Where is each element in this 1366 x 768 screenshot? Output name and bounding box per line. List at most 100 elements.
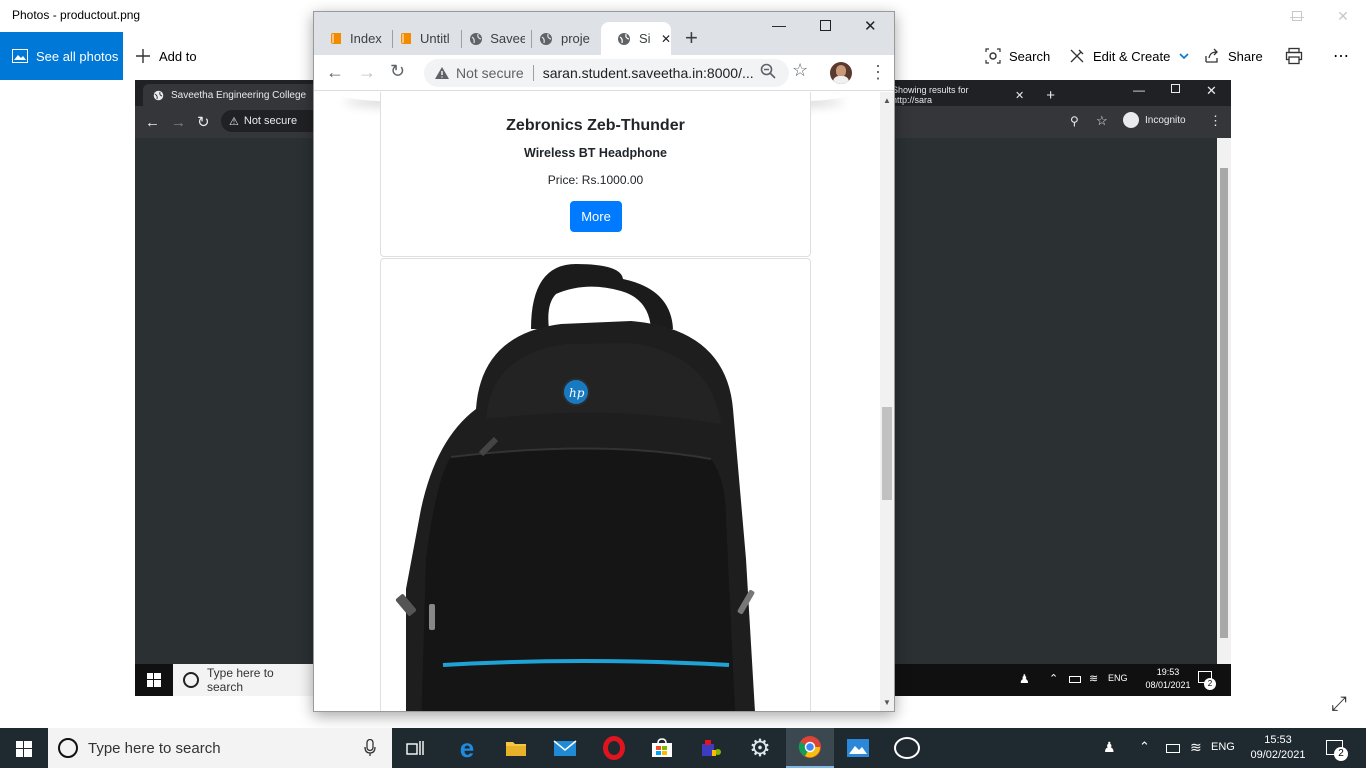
inner-tab: Saveetha Engineering College bbox=[143, 84, 318, 106]
snip-button[interactable] bbox=[883, 728, 931, 768]
settings-button[interactable]: ⚙ bbox=[736, 728, 784, 768]
file-explorer-button[interactable] bbox=[492, 728, 540, 768]
tab-label: Si bbox=[638, 31, 651, 46]
close-tab-icon[interactable]: ✕ bbox=[661, 32, 671, 46]
bookmark-star-button[interactable]: ☆ bbox=[792, 60, 808, 81]
language-indicator[interactable]: ENG bbox=[1211, 741, 1235, 753]
inner-search-box: Type here to search bbox=[173, 664, 313, 696]
taskbar-search-box[interactable]: Type here to search bbox=[48, 728, 392, 768]
tab-label: Untitl bbox=[420, 31, 450, 46]
back-button[interactable]: ← bbox=[326, 62, 344, 83]
backpack-image: hp bbox=[395, 264, 755, 711]
tab-untitled[interactable]: Untitl bbox=[384, 22, 454, 55]
close-icon: ✕ bbox=[1015, 89, 1025, 102]
page-scrollbar[interactable] bbox=[880, 92, 894, 711]
close-button[interactable]: ✕ bbox=[1320, 0, 1366, 32]
omnibox-separator bbox=[532, 65, 534, 81]
see-all-photos-button[interactable]: See all photos bbox=[0, 32, 123, 80]
start-button[interactable] bbox=[16, 741, 32, 762]
tab-saveetha[interactable]: Savee bbox=[453, 22, 525, 55]
store-icon bbox=[652, 738, 672, 757]
incognito-icon bbox=[1123, 112, 1139, 128]
expand-icon[interactable]: ⤢ bbox=[1331, 693, 1347, 716]
tab-project[interactable]: proje bbox=[523, 22, 593, 55]
scrollbar-thumb[interactable] bbox=[882, 407, 892, 500]
reload-button[interactable]: ↻ bbox=[390, 61, 405, 82]
paint-button[interactable] bbox=[687, 728, 735, 768]
globe-icon bbox=[540, 32, 552, 45]
forward-button[interactable]: → bbox=[358, 62, 376, 83]
photos-icon bbox=[847, 739, 869, 757]
microphone-icon[interactable] bbox=[364, 738, 376, 761]
product-price: Price: Rs.1000.00 bbox=[547, 173, 644, 187]
product-card: hp bbox=[380, 258, 811, 711]
battery-icon[interactable] bbox=[1166, 744, 1180, 753]
print-button[interactable] bbox=[1285, 32, 1311, 80]
warning-icon: ⚠ bbox=[229, 115, 239, 128]
mail-button[interactable] bbox=[541, 728, 589, 768]
avatar[interactable] bbox=[830, 62, 852, 84]
edge-icon: e bbox=[459, 732, 475, 763]
inner-notif-count: 2 bbox=[1204, 678, 1216, 690]
people-icon: ♟ bbox=[1019, 672, 1030, 686]
new-tab-button[interactable]: + bbox=[685, 25, 698, 51]
zoom-icon bbox=[760, 63, 776, 79]
edit-create-label: Edit & Create bbox=[1093, 48, 1171, 64]
chrome-menu-button[interactable]: ⋮ bbox=[869, 62, 887, 83]
window-title: Photos - productout.png bbox=[12, 8, 141, 22]
inner-time: 19:53 bbox=[1156, 667, 1180, 677]
wifi-icon[interactable]: ≋ bbox=[1190, 739, 1202, 756]
inner-scrollbar-thumb bbox=[1220, 168, 1228, 638]
inner-omnibox: ⚠ Not secure bbox=[221, 110, 321, 132]
tab-active[interactable]: Si ✕ bbox=[601, 22, 671, 55]
more-button[interactable]: More bbox=[570, 201, 622, 232]
store-button[interactable] bbox=[638, 728, 686, 768]
opera-button[interactable] bbox=[590, 728, 638, 768]
book-icon bbox=[401, 32, 411, 44]
chrome-icon bbox=[798, 736, 821, 758]
inner-lang: ENG bbox=[1108, 673, 1128, 683]
chrome-window: Index Untitl Savee proje Si ✕ + — ✕ ← → … bbox=[313, 11, 895, 712]
share-icon bbox=[1205, 48, 1218, 63]
task-view-icon bbox=[406, 741, 424, 755]
cortana-icon bbox=[58, 738, 78, 758]
forward-icon: → bbox=[171, 114, 186, 131]
scroll-down-icon[interactable]: ▼ bbox=[883, 698, 891, 707]
add-to-button[interactable]: Add to bbox=[135, 32, 197, 80]
share-button[interactable]: Share bbox=[1204, 32, 1263, 80]
more-options-button[interactable]: ⋯ bbox=[1333, 32, 1350, 80]
inner-clock: 19:53 08/01/2021 bbox=[1143, 667, 1193, 690]
opera-icon bbox=[603, 736, 625, 760]
edit-create-button[interactable]: Edit & Create bbox=[1069, 32, 1198, 80]
not-secure-label: Not secure bbox=[456, 65, 524, 81]
globe-icon bbox=[618, 32, 630, 45]
close-window-button[interactable]: ✕ bbox=[864, 17, 877, 35]
clock[interactable]: 15:53 09/02/2021 bbox=[1248, 733, 1308, 763]
photos-taskbar-button[interactable] bbox=[834, 728, 882, 768]
chevron-up-icon: ⌃ bbox=[1049, 673, 1059, 685]
clock-time: 15:53 bbox=[1264, 734, 1292, 746]
address-bar[interactable]: Not secure saran.student.saveetha.in:800… bbox=[424, 59, 789, 87]
restore-icon bbox=[1171, 84, 1180, 93]
see-all-label: See all photos bbox=[36, 48, 119, 64]
scroll-up-icon[interactable]: ▲ bbox=[883, 96, 891, 105]
people-icon[interactable]: ♟ bbox=[1103, 739, 1116, 756]
tab-index[interactable]: Index bbox=[314, 22, 392, 55]
inner-date: 08/01/2021 bbox=[1145, 680, 1191, 690]
task-view-button[interactable] bbox=[392, 728, 440, 768]
reload-icon: ↻ bbox=[197, 114, 210, 131]
search-button[interactable]: Search bbox=[985, 32, 1050, 80]
battery-icon bbox=[1069, 676, 1081, 683]
minimize-button[interactable]: — bbox=[772, 17, 786, 33]
zoom-button[interactable] bbox=[760, 63, 776, 84]
share-label: Share bbox=[1228, 48, 1263, 64]
print-icon bbox=[1285, 47, 1303, 65]
edge-button[interactable]: e bbox=[443, 728, 491, 768]
minimize-icon: — bbox=[1133, 83, 1145, 97]
chevron-up-icon[interactable]: ⌃ bbox=[1139, 739, 1150, 755]
wifi-icon: ≋ bbox=[1089, 673, 1099, 685]
incognito-label: Incognito bbox=[1145, 114, 1186, 126]
chrome-taskbar-button[interactable] bbox=[786, 728, 834, 768]
restore-button[interactable] bbox=[1274, 0, 1320, 32]
maximize-button[interactable] bbox=[820, 20, 831, 31]
